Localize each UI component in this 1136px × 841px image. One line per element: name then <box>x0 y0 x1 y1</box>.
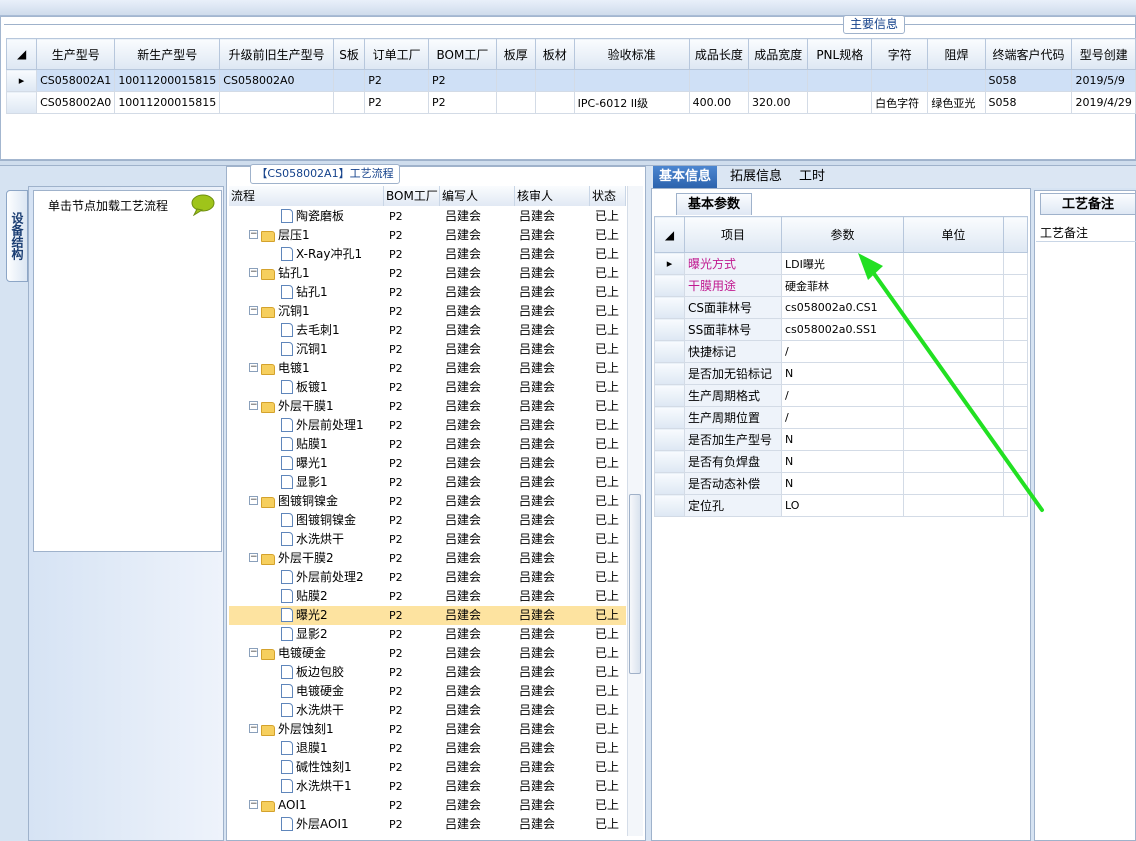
annotation-arrow <box>858 253 1044 512</box>
